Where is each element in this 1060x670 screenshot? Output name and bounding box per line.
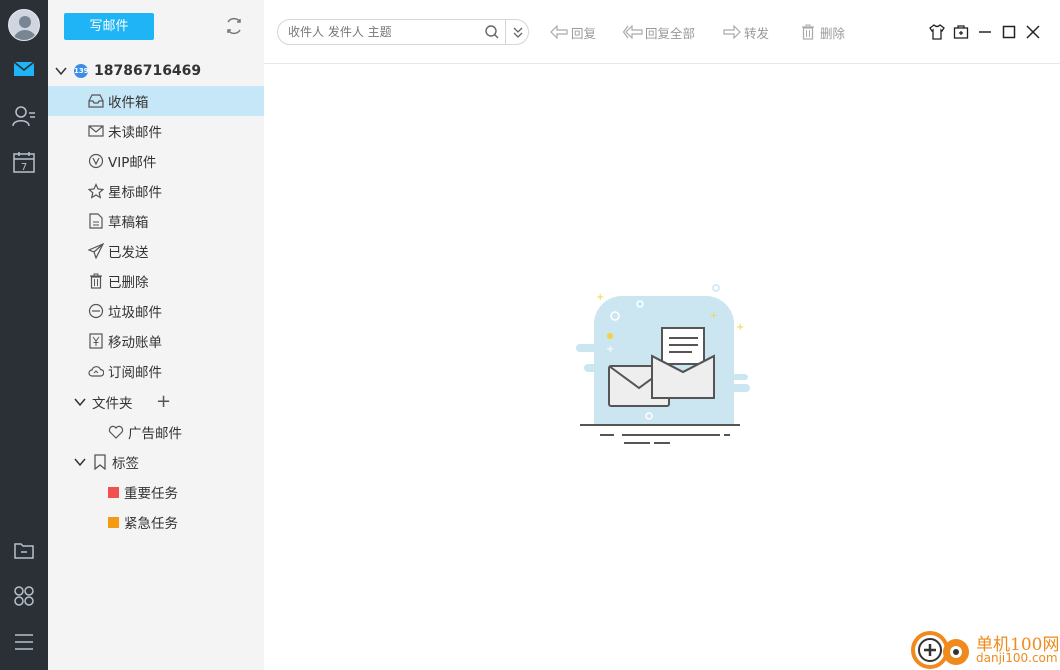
tag-label: 重要任务 [124,486,178,502]
sync-icon[interactable] [224,16,244,36]
sidebar-item-folder[interactable]: 未读邮件 [48,116,264,146]
menu-icon[interactable] [12,630,36,654]
toolbox-icon[interactable] [952,23,970,41]
search-icon[interactable] [484,24,500,40]
chevron-down-icon [72,394,88,410]
star-icon [88,183,104,199]
svg-text:+: + [596,292,604,303]
yen-icon [88,333,104,349]
paper-plane-icon [88,243,104,259]
account-header[interactable]: 139 18786716469 [54,60,201,82]
compose-button[interactable]: 写邮件 [64,13,154,40]
avatar[interactable] [8,9,40,41]
bookmark-icon [92,454,108,470]
tag-item[interactable]: 重要任务 [48,477,264,507]
trash-icon [88,273,104,289]
sidebar-item-label: 已发送 [108,245,149,261]
chevron-down-icon [72,454,88,470]
close-icon[interactable] [1024,23,1042,41]
calendar-icon[interactable]: 7 [12,150,36,174]
inbox-icon [88,93,104,109]
maximize-icon[interactable] [1000,23,1018,41]
search-options-icon[interactable] [505,20,529,44]
watermark-url: danji100.com [976,651,1058,665]
apps-icon[interactable] [12,584,36,608]
sidebar-item-folder[interactable]: 星标邮件 [48,176,264,206]
forward-button[interactable]: 转发 [722,22,769,42]
tags-header[interactable]: 标签 [48,447,264,477]
forward-icon [722,24,742,40]
mail-icon[interactable] [12,57,36,81]
sidebar-item-folder[interactable]: 移动账单 [48,326,264,356]
reply-button[interactable]: 回复 [549,22,596,42]
sidebar-item-label: 垃圾邮件 [108,305,162,321]
delete-label: 删除 [820,25,846,41]
reply-icon [549,24,569,40]
sidebar-item-folder[interactable]: 垃圾邮件 [48,296,264,326]
sidebar-item-label: 收件箱 [108,95,149,111]
account-number: 18786716469 [94,63,202,79]
vip-icon [88,153,104,169]
svg-text:+: + [736,322,744,333]
block-icon [88,303,104,319]
reply-all-icon [623,24,643,40]
sidebar-item-folder[interactable]: 收件箱 [48,86,264,116]
minimize-icon[interactable] [976,23,994,41]
reply-all-button[interactable]: 回复全部 [623,22,695,42]
search-input[interactable] [288,23,478,41]
account-badge-icon: 139 [74,64,89,78]
forward-label: 转发 [744,25,770,41]
svg-text:+: + [606,344,614,355]
sidebar-item-folder[interactable]: VIP邮件 [48,146,264,176]
sidebar-item-label: 移动账单 [108,335,162,351]
delete-button[interactable]: 删除 [798,22,845,42]
tag-item[interactable]: 紧急任务 [48,507,264,537]
empty-mailbox-illustration: + + + + [574,284,754,454]
custom-folders-label: 文件夹 [92,396,133,412]
custom-folder-item[interactable]: 广告邮件 [48,417,264,447]
skin-shirt-icon[interactable] [928,23,946,41]
cloud-icon [88,363,104,379]
watermark-logo: 单机100网 danji100.com [910,626,1060,670]
sidebar-item-folder[interactable]: 已发送 [48,236,264,266]
file-folder-icon[interactable] [12,538,36,562]
draft-icon [88,213,104,229]
svg-text:+: + [710,311,718,321]
reply-label: 回复 [571,25,597,41]
tag-color-swatch [108,516,119,528]
calendar-day: 7 [21,162,27,173]
custom-folder-label: 广告邮件 [128,426,182,442]
tag-label: 紧急任务 [124,516,178,532]
sidebar-item-label: 星标邮件 [108,185,162,201]
sidebar-item-folder[interactable]: 已删除 [48,266,264,296]
reply-all-label: 回复全部 [645,25,696,41]
sidebar-item-label: 订阅邮件 [108,365,162,381]
sidebar-item-folder[interactable]: 订阅邮件 [48,356,264,386]
folder-pane: 写邮件 139 18786716469 收件箱未读邮件 VIP邮件星标邮件草稿箱已… [48,0,264,670]
sidebar-item-folder[interactable]: 草稿箱 [48,206,264,236]
logo-mark-icon [911,631,969,669]
sidebar-item-label: VIP邮件 [108,155,157,171]
sidebar-item-label: 已删除 [108,275,149,291]
tags-label: 标签 [112,456,139,472]
sidebar-item-label: 未读邮件 [108,125,162,141]
trash-icon [798,24,818,40]
tag-heart-icon [108,424,124,440]
sidebar-item-label: 草稿箱 [108,215,149,231]
main-area: 回复 回复全部 转发 删除 [264,0,1060,670]
add-folder-icon[interactable]: + [156,393,171,411]
tag-color-swatch [108,486,119,498]
toolbar: 回复 回复全部 转发 删除 [264,0,1060,64]
custom-folders-header[interactable]: 文件夹 + [48,387,264,417]
app-rail: 7 [0,0,48,670]
contacts-icon[interactable] [12,104,36,128]
chevron-down-icon[interactable] [54,64,68,78]
envelope-icon [88,123,104,139]
search-box [277,19,529,45]
